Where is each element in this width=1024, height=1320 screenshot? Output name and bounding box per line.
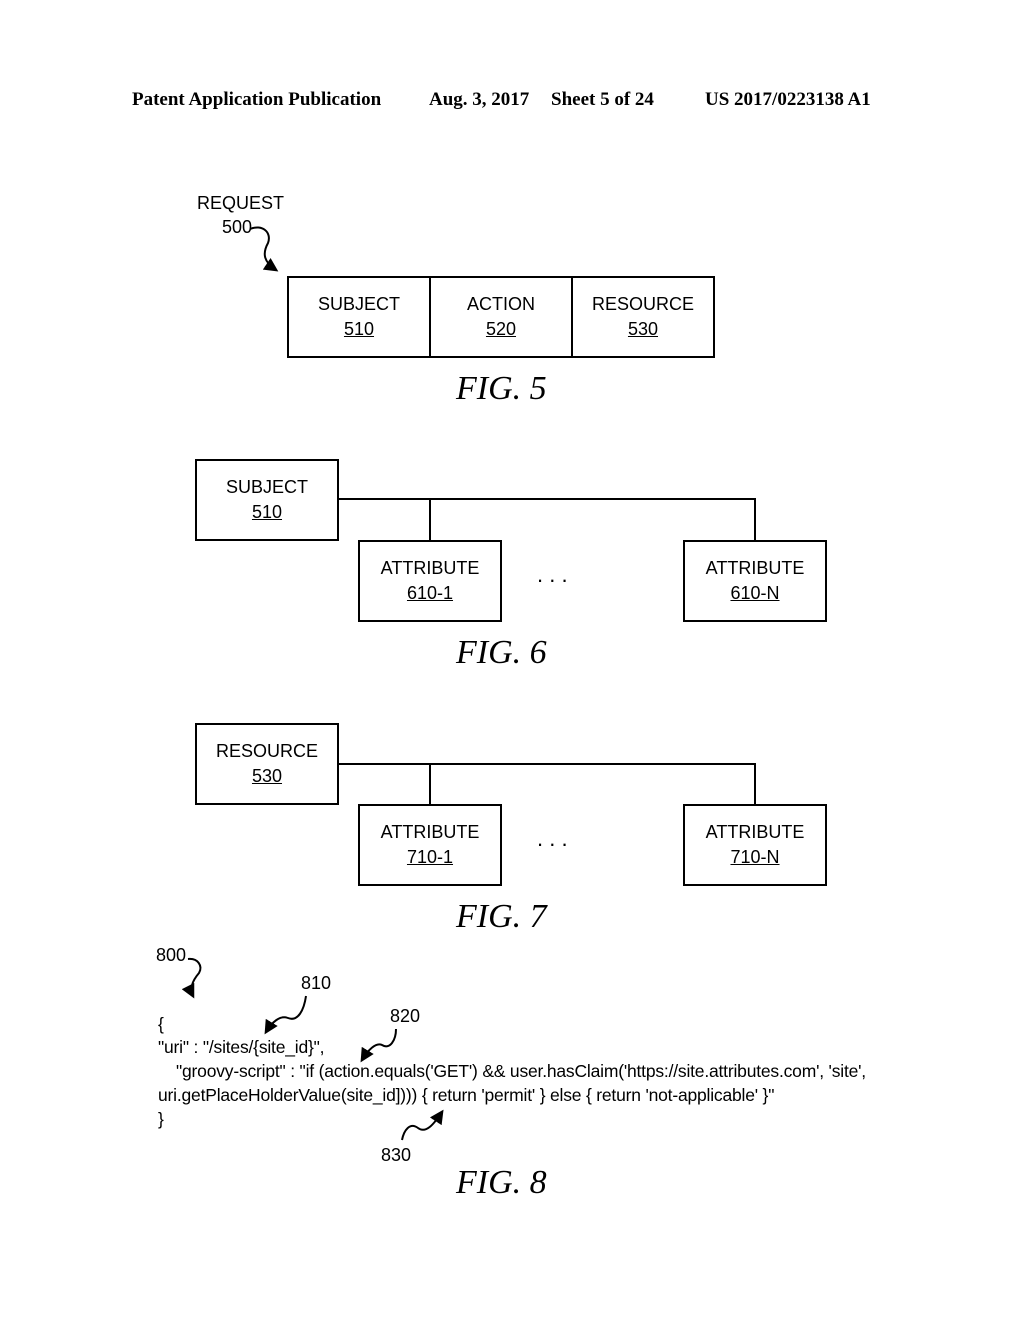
arrow-810-icon — [264, 995, 307, 1035]
resource-box: RESOURCE 530 — [571, 276, 715, 358]
action-box: ACTION 520 — [429, 276, 573, 358]
box-number: 530 — [627, 319, 659, 339]
subject-parent-box: SUBJECT 510 — [195, 459, 339, 541]
arrow-500-icon — [249, 226, 279, 272]
attribute-box: ATTRIBUTE 710-1 — [358, 804, 502, 886]
connector-line — [339, 498, 756, 500]
resource-parent-box: RESOURCE 530 — [195, 723, 339, 805]
ref-number-820: 820 — [390, 1006, 421, 1026]
box-label: ATTRIBUTE — [705, 822, 805, 842]
box-number: 610-N — [730, 583, 780, 603]
box-number: 520 — [485, 319, 517, 339]
attribute-box: ATTRIBUTE 610-N — [683, 540, 827, 622]
box-label: ATTRIBUTE — [380, 822, 480, 842]
box-number: 530 — [251, 766, 283, 786]
box-number: 710-N — [730, 847, 780, 867]
code-line: "uri" : "/sites/{site_id}", — [158, 1037, 325, 1057]
figure-caption: FIG. 6 — [456, 634, 547, 671]
connector-line — [754, 763, 756, 805]
attribute-box: ATTRIBUTE 610-1 — [358, 540, 502, 622]
sheet-number: Sheet 5 of 24 — [551, 89, 654, 110]
arrow-820-icon — [360, 1028, 397, 1063]
subject-box: SUBJECT 510 — [287, 276, 431, 358]
box-number: 710-1 — [406, 847, 454, 867]
code-line: "groovy-script" : "if (action.equals('GE… — [162, 1061, 866, 1081]
figure-caption: FIG. 7 — [456, 898, 547, 935]
connector-line — [754, 498, 756, 541]
box-label: SUBJECT — [317, 294, 400, 314]
publication-date: Aug. 3, 2017 — [429, 89, 530, 110]
box-label: ATTRIBUTE — [380, 558, 480, 578]
box-label: ACTION — [466, 294, 535, 314]
box-label: RESOURCE — [215, 741, 318, 761]
code-line: } — [158, 1109, 164, 1129]
connector-line — [429, 498, 431, 541]
ellipsis: . . . — [537, 826, 568, 851]
box-number: 510 — [343, 319, 375, 339]
box-number: 510 — [251, 502, 283, 522]
box-label: ATTRIBUTE — [705, 558, 805, 578]
ref-number-810: 810 — [301, 973, 332, 993]
patent-header: Patent Application Publication Aug. 3, 2… — [0, 89, 1024, 113]
box-label: RESOURCE — [591, 294, 694, 314]
attribute-box: ATTRIBUTE 710-N — [683, 804, 827, 886]
arrow-800-icon — [181, 957, 202, 999]
ref-number-800: 800 — [156, 945, 187, 965]
figure-caption: FIG. 5 — [456, 370, 547, 407]
connector-line — [429, 763, 431, 805]
ref-number-830: 830 — [381, 1145, 412, 1165]
request-label: REQUEST — [197, 193, 285, 213]
arrow-830-icon — [401, 1109, 444, 1141]
box-label: SUBJECT — [225, 477, 308, 497]
box-number: 610-1 — [406, 583, 454, 603]
code-line: { — [158, 1014, 164, 1034]
patent-number: US 2017/0223138 A1 — [705, 89, 871, 110]
request-ref-number: 500 — [222, 217, 253, 237]
publication-title: Patent Application Publication — [132, 89, 382, 110]
ellipsis: . . . — [537, 562, 568, 587]
connector-line — [339, 763, 756, 765]
code-line: uri.getPlaceHolderValue(site_id]))) { re… — [158, 1085, 775, 1105]
figure-caption: FIG. 8 — [456, 1164, 547, 1201]
